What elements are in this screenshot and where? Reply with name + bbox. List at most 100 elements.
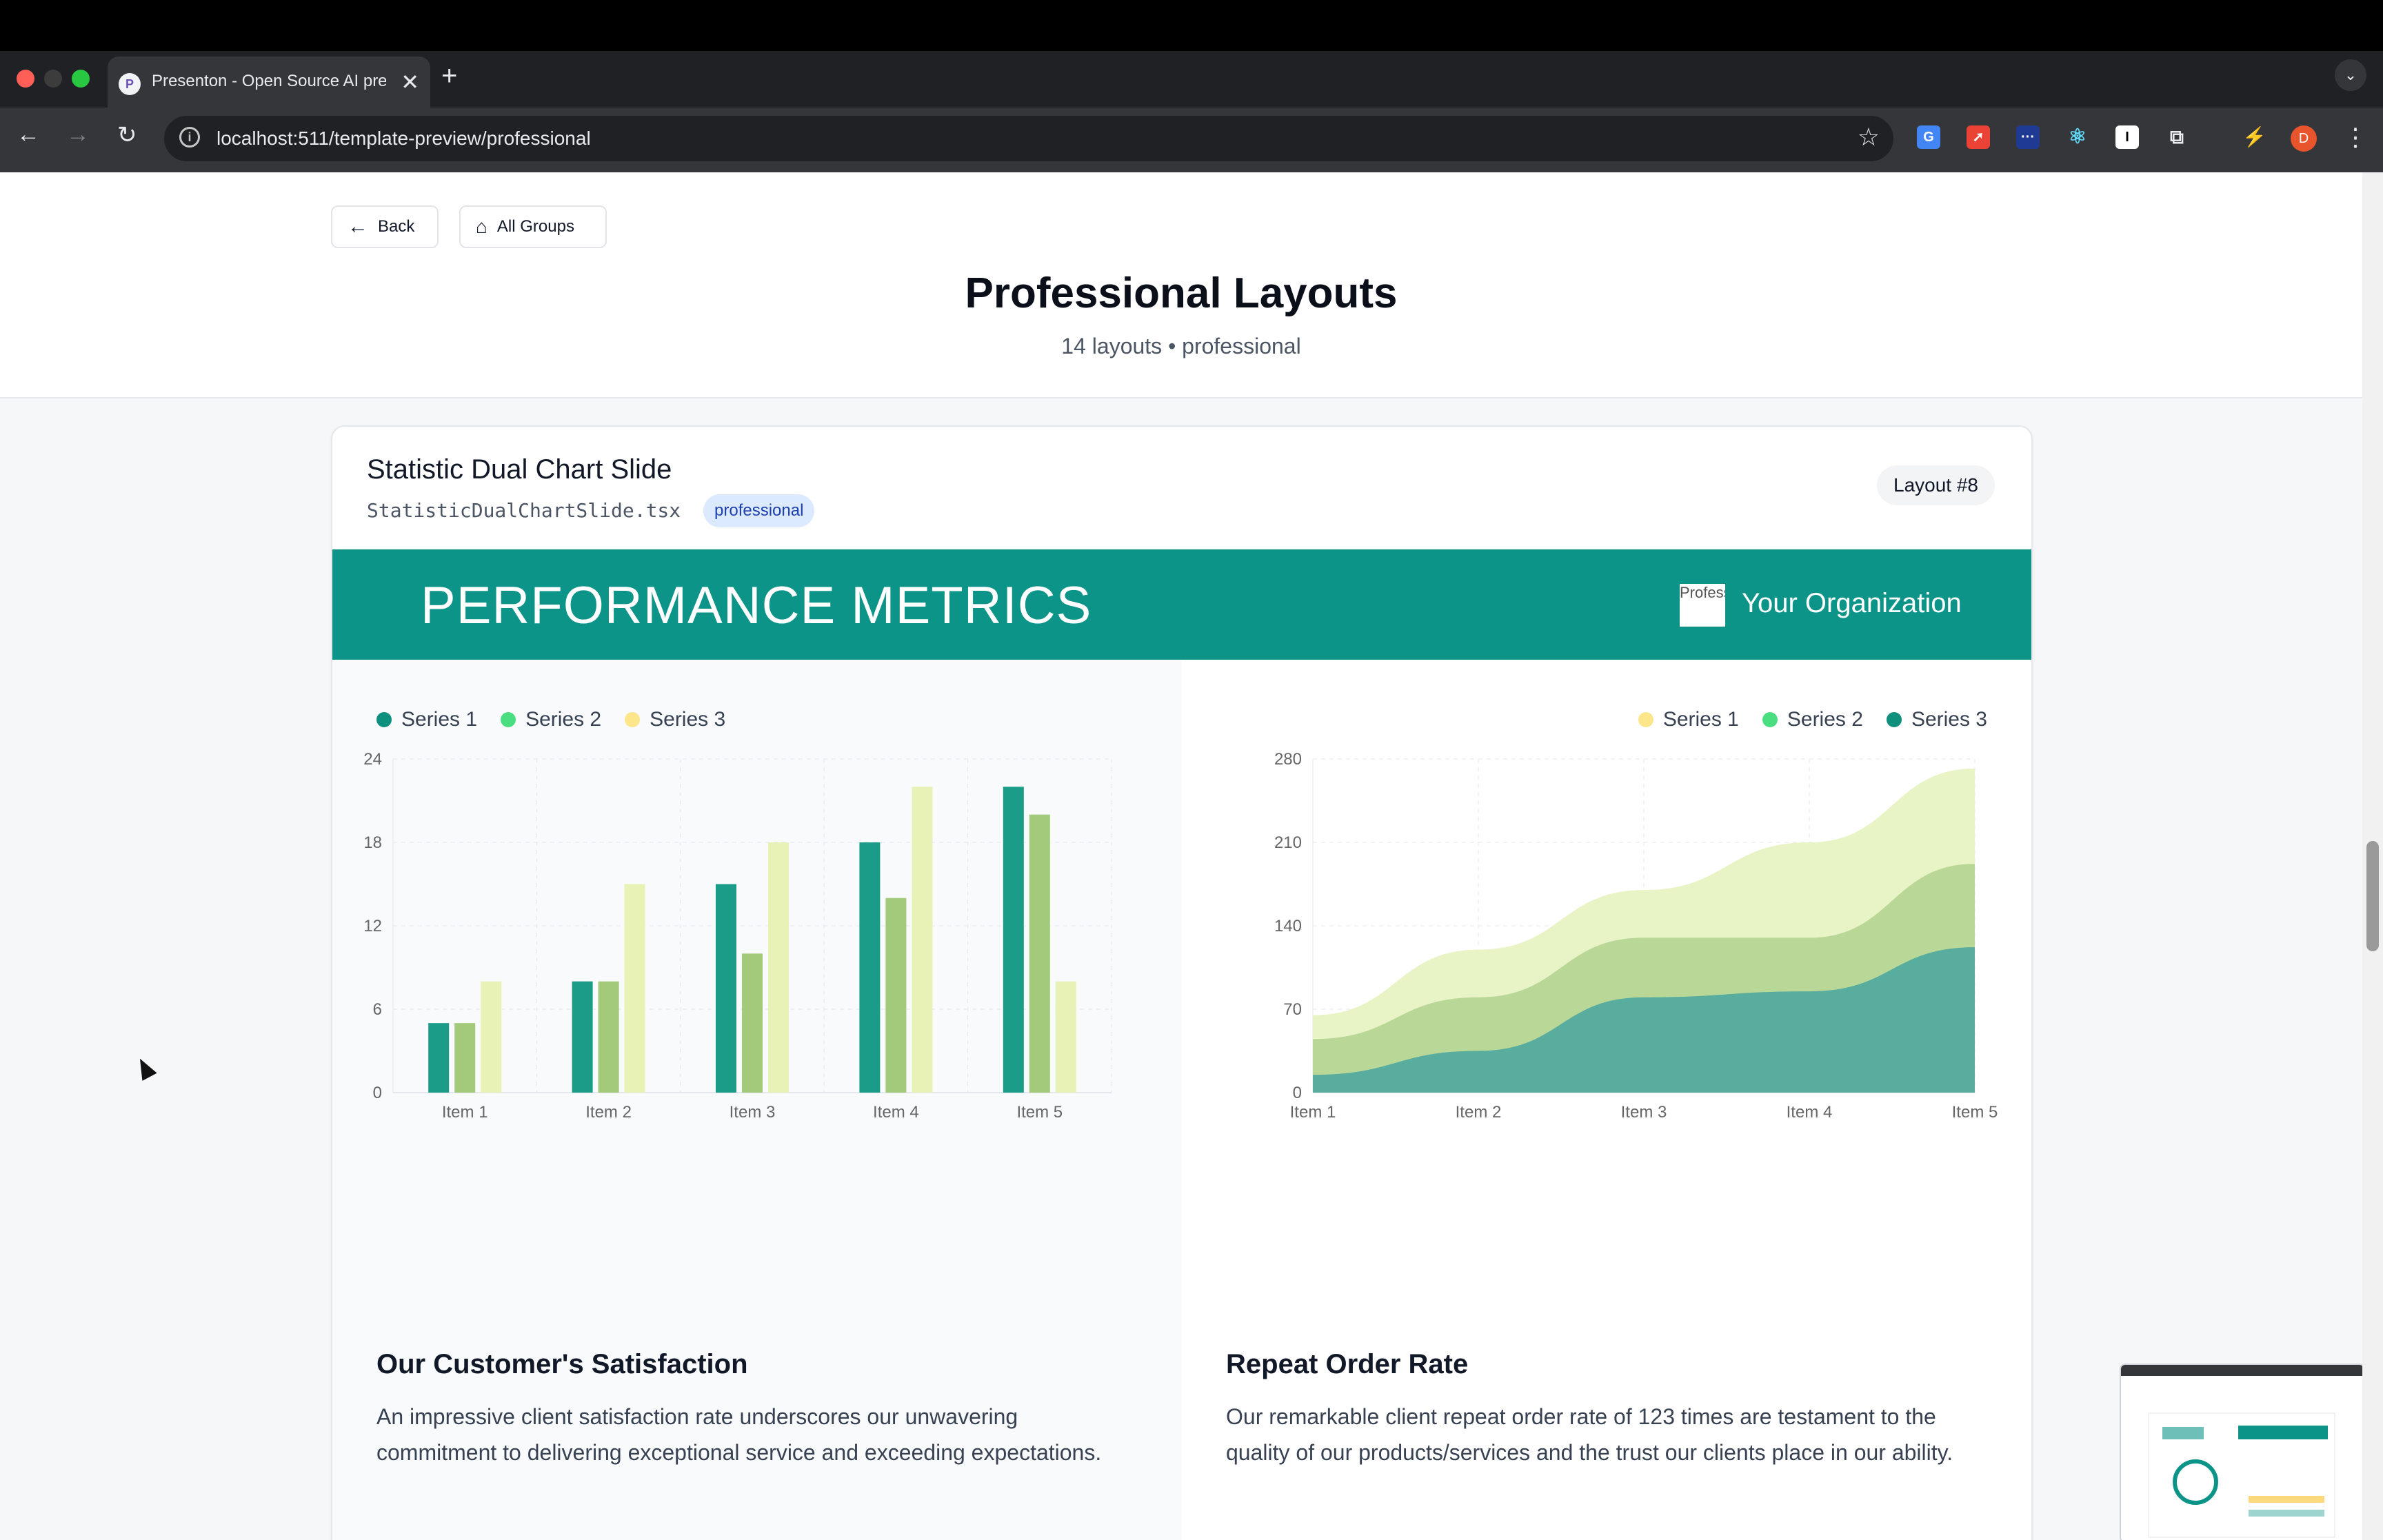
tab-close-icon[interactable]: ✕ xyxy=(401,69,419,95)
browser-tab-active[interactable]: P Presenton - Open Source AI presentatio… xyxy=(108,57,430,108)
address-bar[interactable]: i localhost:511/template-preview/profess… xyxy=(164,116,1893,161)
browser-forward-icon[interactable]: → xyxy=(66,121,90,148)
legend-dot xyxy=(625,712,641,727)
satisfaction-heading: Our Customer's Satisfaction xyxy=(376,1349,748,1379)
back-button[interactable]: ← Back xyxy=(331,205,439,248)
browser-reload-icon[interactable]: ↻ xyxy=(117,121,137,149)
legend-dot xyxy=(376,712,392,727)
repeat-order-heading: Repeat Order Rate xyxy=(1226,1349,1469,1379)
slide-title: PERFORMANCE METRICS xyxy=(421,576,1092,635)
x-tick-label: Item 5 xyxy=(1952,1103,1998,1122)
bar xyxy=(912,787,933,1093)
legend-dot xyxy=(501,712,516,727)
bar-chart-legend: Series 1 Series 2 Series 3 xyxy=(376,708,725,731)
legend-item: Series 1 xyxy=(1638,708,1739,731)
y-tick-label: 140 xyxy=(1274,917,1302,935)
legend-dot xyxy=(1886,712,1902,727)
bar-chart: 0 6 12 18 24 Item 1 Item 2 Item 3 Item 4 Item 5 xyxy=(363,750,1112,1122)
screen-top-bar xyxy=(0,0,2383,51)
legend-label: Series 1 xyxy=(401,708,478,731)
x-tick-label: Item 2 xyxy=(585,1103,632,1122)
bar xyxy=(716,884,736,1093)
legend-label: Series 3 xyxy=(650,708,726,731)
bar xyxy=(572,981,593,1093)
bar xyxy=(1055,981,1076,1093)
layout-card: Statistic Dual Chart Slide StatisticDual… xyxy=(331,425,2033,1540)
y-tick-label: 18 xyxy=(363,833,382,852)
y-tick-label: 6 xyxy=(373,1000,382,1019)
tab-search-chevron-icon[interactable]: ⌄ xyxy=(2335,59,2366,91)
mouse-cursor xyxy=(132,1055,157,1081)
bar xyxy=(768,842,789,1093)
rocket-extension-icon[interactable]: ➚ xyxy=(1967,125,1990,149)
right-chart-panel: Series 1 Series 2 Series 3 0 70 140 210 280 I… xyxy=(1182,660,2031,1540)
legend-item: Series 3 xyxy=(625,708,725,731)
scrollbar-thumb[interactable] xyxy=(2366,841,2379,951)
legend-dot xyxy=(1762,712,1778,727)
address-url[interactable]: localhost:511/template-preview/professio… xyxy=(217,128,591,150)
x-tick-label: Item 4 xyxy=(1787,1103,1833,1122)
thumbnail-graphic xyxy=(2121,1365,2362,1540)
x-tick-label: Item 4 xyxy=(873,1103,919,1122)
satisfaction-body: An impressive client satisfaction rate u… xyxy=(376,1404,1102,1465)
bar xyxy=(624,884,645,1093)
organization-logo-broken-image: Professional logo xyxy=(1680,584,1725,627)
translate-extension-icon[interactable]: G xyxy=(1917,125,1940,149)
legend-item: Series 2 xyxy=(501,708,601,731)
presenton-favicon-icon: P xyxy=(119,73,141,95)
legend-label: Series 2 xyxy=(525,708,602,731)
preview-thumbnail[interactable] xyxy=(2120,1364,2362,1540)
legend-item: Series 1 xyxy=(376,708,477,731)
layout-file-name: StatisticDualChartSlide.tsx xyxy=(367,499,681,522)
performance-icon[interactable]: ⚡ xyxy=(2242,125,2266,149)
area-chart-legend: Series 1 Series 2 Series 3 xyxy=(1638,708,1987,731)
dots-extension-icon[interactable]: ··· xyxy=(2016,125,2040,149)
layout-group-tag: professional xyxy=(703,494,815,527)
y-tick-label: 24 xyxy=(363,750,382,769)
bar xyxy=(481,981,502,1093)
page-header: ← Back ⌂ All Groups Professional Layouts… xyxy=(0,172,2362,398)
bar xyxy=(1003,787,1024,1093)
bar xyxy=(742,953,763,1093)
x-tick-label: Item 1 xyxy=(442,1103,488,1122)
legend-item: Series 2 xyxy=(1762,708,1863,731)
i-extension-icon[interactable]: I xyxy=(2115,125,2139,149)
bar xyxy=(598,981,619,1093)
layout-number-badge: Layout #8 xyxy=(1877,465,1995,505)
bar xyxy=(454,1023,476,1093)
bar xyxy=(1029,814,1050,1093)
profile-avatar[interactable]: D xyxy=(2291,125,2317,152)
area-chart: 0 70 140 210 280 Item 1 Item 2 Item 3 Item 4 Item… xyxy=(1274,750,1998,1122)
page-viewport: ← Back ⌂ All Groups Professional Layouts… xyxy=(0,172,2362,1540)
arrow-left-icon: ← xyxy=(348,215,368,238)
new-tab-button[interactable]: + xyxy=(441,61,457,92)
page-title: Professional Layouts xyxy=(965,270,1398,317)
organization-name: Your Organization xyxy=(1742,588,1962,618)
y-tick-label: 0 xyxy=(1293,1084,1302,1102)
bar xyxy=(428,1023,450,1093)
window-zoom-button[interactable] xyxy=(72,70,90,88)
react-devtools-icon[interactable]: ⚛ xyxy=(2066,125,2089,149)
y-tick-label: 210 xyxy=(1274,833,1302,852)
x-tick-label: Item 3 xyxy=(1621,1103,1667,1122)
bookmark-star-icon[interactable]: ☆ xyxy=(1858,123,1880,152)
layout-card-title: Statistic Dual Chart Slide xyxy=(367,454,672,485)
y-tick-label: 70 xyxy=(1283,1000,1302,1019)
x-tick-label: Item 5 xyxy=(1016,1103,1063,1122)
y-tick-label: 0 xyxy=(373,1084,382,1102)
x-tick-label: Item 2 xyxy=(1456,1103,1502,1122)
x-tick-label: Item 3 xyxy=(730,1103,776,1122)
page-subtitle: 14 layouts • professional xyxy=(1061,334,1301,358)
bar xyxy=(859,842,881,1093)
site-info-icon[interactable]: i xyxy=(179,127,200,148)
window-close-button[interactable] xyxy=(17,70,34,88)
extensions-puzzle-icon[interactable]: ⧉ xyxy=(2165,125,2189,149)
all-groups-button[interactable]: ⌂ All Groups xyxy=(459,205,607,248)
bar xyxy=(885,898,907,1093)
browser-menu-icon[interactable]: ⋮ xyxy=(2343,123,2368,152)
legend-item: Series 3 xyxy=(1886,708,1987,731)
window-minimize-button[interactable] xyxy=(44,70,62,88)
tab-title: Presenton - Open Source AI presentation … xyxy=(152,72,386,90)
browser-back-icon[interactable]: ← xyxy=(17,121,40,148)
back-button-label: Back xyxy=(378,217,415,236)
